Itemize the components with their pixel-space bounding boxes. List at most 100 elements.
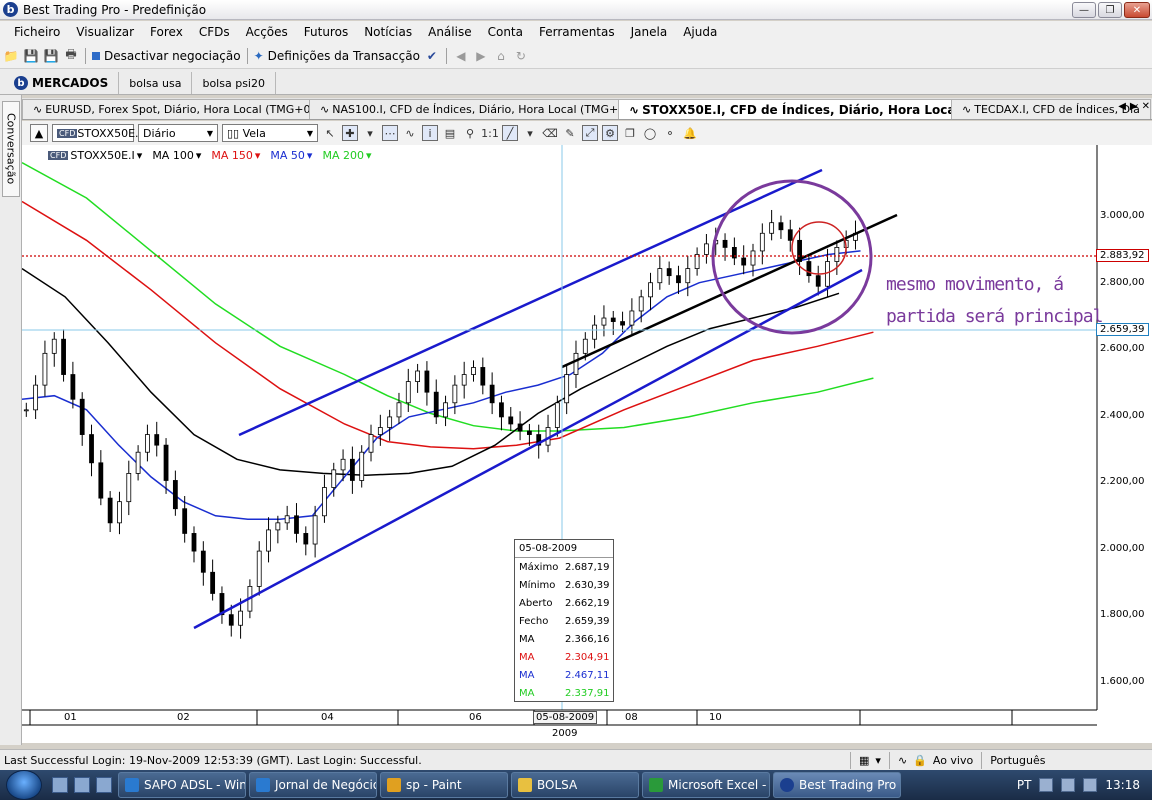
symbol-input[interactable]: CFD STOXX50E.I [52,124,142,142]
legend-ma50[interactable]: MA 50 ▾ [270,149,312,162]
candle[interactable] [98,450,104,506]
candle[interactable] [648,272,653,311]
compare-icon[interactable]: ◯ [642,125,658,141]
candle[interactable] [769,209,775,241]
candle[interactable] [303,526,309,556]
alert-bell-icon[interactable]: 🔔 [682,125,698,141]
tab-chart-stoxx50e[interactable]: ∿ STOXX50E.I, CFD de Índices, Diário, Hor… [618,99,1023,119]
candle[interactable] [620,311,625,333]
tray-icon[interactable] [1061,778,1076,792]
candle[interactable] [704,233,709,264]
candle[interactable] [79,392,85,446]
candle[interactable] [172,470,178,516]
menu-janela[interactable]: Janela [623,25,676,39]
candle[interactable] [387,409,393,441]
menu-conta[interactable]: Conta [480,25,531,39]
candle[interactable] [489,372,495,415]
candle[interactable] [461,361,467,399]
checkmark-icon[interactable]: ✔ [424,48,440,64]
candle[interactable] [731,237,737,266]
task-button-excel[interactable]: Microsoft Excel - b... [642,772,770,798]
candle[interactable] [210,559,216,601]
save-as-icon[interactable]: 💾 [43,48,59,64]
menu-ficheiro[interactable]: Ficheiro [6,25,68,39]
candle[interactable] [452,375,458,415]
candle[interactable] [368,424,374,462]
show-desktop-icon[interactable] [52,777,68,793]
quick-launch-icon[interactable] [96,777,112,793]
maximize-button[interactable]: ❐ [1098,2,1122,18]
quick-launch-icon[interactable] [74,777,90,793]
link-charts-icon[interactable]: ⚙ [602,125,618,141]
legend-ma150[interactable]: MA 150 ▾ [211,149,260,162]
candle[interactable] [629,298,635,335]
candle[interactable] [815,265,821,296]
candle[interactable] [676,265,681,295]
candle[interactable] [61,329,66,382]
tab-chart-nas100[interactable]: ∿ NAS100.I, CFD de Índices, Diário, Hora … [309,99,630,119]
candle[interactable] [685,255,691,297]
candle[interactable] [480,357,486,395]
period-select[interactable]: Diário ▼ [138,124,218,142]
legend-symbol[interactable]: CFD STOXX50E.I ▾ [48,149,142,162]
menu-visualizar[interactable]: Visualizar [68,25,142,39]
chevron-down-icon[interactable]: ▾ [522,125,538,141]
language-indicator[interactable]: PT [1017,778,1032,792]
home-icon[interactable]: ⌂ [493,48,509,64]
candle[interactable] [33,375,39,420]
channel-upper-line[interactable] [238,168,823,437]
candle[interactable] [145,424,150,462]
volume-icon[interactable] [1083,778,1098,792]
deactivate-trading-button[interactable]: Desactivar negociação [92,49,241,63]
menu-ferramentas[interactable]: Ferramentas [531,25,623,39]
chart-style-select[interactable]: ▯▯ Vela ▼ [222,124,318,142]
candle[interactable] [359,445,365,488]
objects-icon[interactable]: ⚬ [662,125,678,141]
task-button-jornal[interactable]: Jornal de Negócio... [249,772,377,798]
refresh-icon[interactable]: ↻ [513,48,529,64]
tray-icon[interactable] [1039,778,1054,792]
candle[interactable] [499,395,504,431]
candle[interactable] [163,438,169,494]
tab-mercados[interactable]: b MERCADOS [4,72,120,94]
candle[interactable] [89,424,94,477]
tab-bolsa-psi20[interactable]: bolsa psi20 [192,72,276,94]
candle[interactable] [657,255,663,290]
close-tab-icon[interactable]: ✕ [1142,101,1150,112]
candle[interactable] [545,414,551,453]
menu-noticias[interactable]: Notícias [356,25,420,39]
open-folder-icon[interactable]: 📁 [3,48,19,64]
candle[interactable] [126,460,132,516]
transaction-settings-button[interactable]: ✦ Definições da Transacção [254,49,420,63]
candle[interactable] [666,261,672,285]
indicators-icon[interactable]: ∿ [402,125,418,141]
zoom-area-icon[interactable]: ▤ [442,125,458,141]
candle[interactable] [443,395,448,427]
minimize-button[interactable]: — [1072,2,1096,18]
save-icon[interactable]: 💾 [23,48,39,64]
candle[interactable] [377,414,383,446]
candle[interactable] [759,223,765,265]
candle[interactable] [200,541,206,586]
scroll-right-icon[interactable]: ▶ [1130,101,1138,112]
print-icon[interactable]: 🖶 [63,47,79,64]
forward-icon[interactable]: ▶ [473,48,489,64]
candle[interactable] [154,421,160,457]
candle[interactable] [592,315,598,349]
candle[interactable] [610,310,616,335]
zoom-icon[interactable]: ⚲ [462,125,478,141]
menu-analise[interactable]: Análise [420,25,479,39]
candle[interactable] [42,340,48,397]
back-icon[interactable]: ◀ [453,48,469,64]
info-icon[interactable]: i [422,125,438,141]
candle[interactable] [508,407,514,432]
eraser-icon[interactable]: ⌫ [542,125,558,141]
draw-tools-icon[interactable]: ✎ [562,125,578,141]
menu-forex[interactable]: Forex [142,25,191,39]
zoom-reset-button[interactable]: 1:1 [481,125,499,141]
task-button-sapo[interactable]: SAPO ADSL - Win... [118,772,246,798]
candle[interactable] [573,340,579,388]
trendline-icon[interactable]: ╱ [502,125,518,141]
menu-cfds[interactable]: CFDs [191,25,238,39]
legend-ma200[interactable]: MA 200 ▾ [322,149,371,162]
